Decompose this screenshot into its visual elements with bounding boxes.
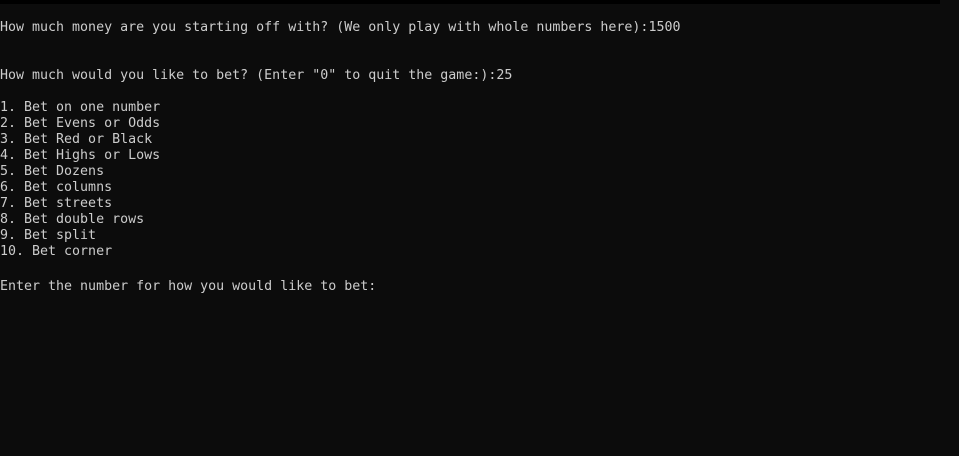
menu-item-2: 2. Bet Evens or Odds xyxy=(0,116,161,131)
terminal-window[interactable]: How much money are you starting off with… xyxy=(0,0,959,456)
scrollbar-track[interactable] xyxy=(940,0,959,456)
title-bar-strip xyxy=(0,0,940,4)
menu-item-8: 8. Bet double rows xyxy=(0,212,145,227)
menu-item-3: 3. Bet Red or Black xyxy=(0,132,153,147)
menu-item-10: 10. Bet corner xyxy=(0,244,113,259)
money-prompt-text: How much money are you starting off with… xyxy=(0,20,649,35)
bet-prompt-text: How much would you like to bet? (Enter "… xyxy=(0,68,497,83)
menu-item-4: 4. Bet Highs or Lows xyxy=(0,148,161,163)
menu-item-6: 6. Bet columns xyxy=(0,180,113,195)
menu-item-9: 9. Bet split xyxy=(0,228,97,243)
menu-item-1: 1. Bet on one number xyxy=(0,100,161,115)
choice-prompt-text: Enter the number for how you would like … xyxy=(0,279,377,294)
bet-input-value: 25 xyxy=(496,68,513,83)
input-cursor[interactable] xyxy=(376,276,384,290)
menu-item-7: 7. Bet streets xyxy=(0,196,113,211)
money-prompt-line: How much money are you starting off with… xyxy=(0,20,680,36)
menu-item-5: 5. Bet Dozens xyxy=(0,164,105,179)
choice-prompt-line[interactable]: Enter the number for how you would like … xyxy=(0,276,384,294)
money-input-value: 1500 xyxy=(648,20,681,35)
bet-prompt-line: How much would you like to bet? (Enter "… xyxy=(0,68,512,84)
